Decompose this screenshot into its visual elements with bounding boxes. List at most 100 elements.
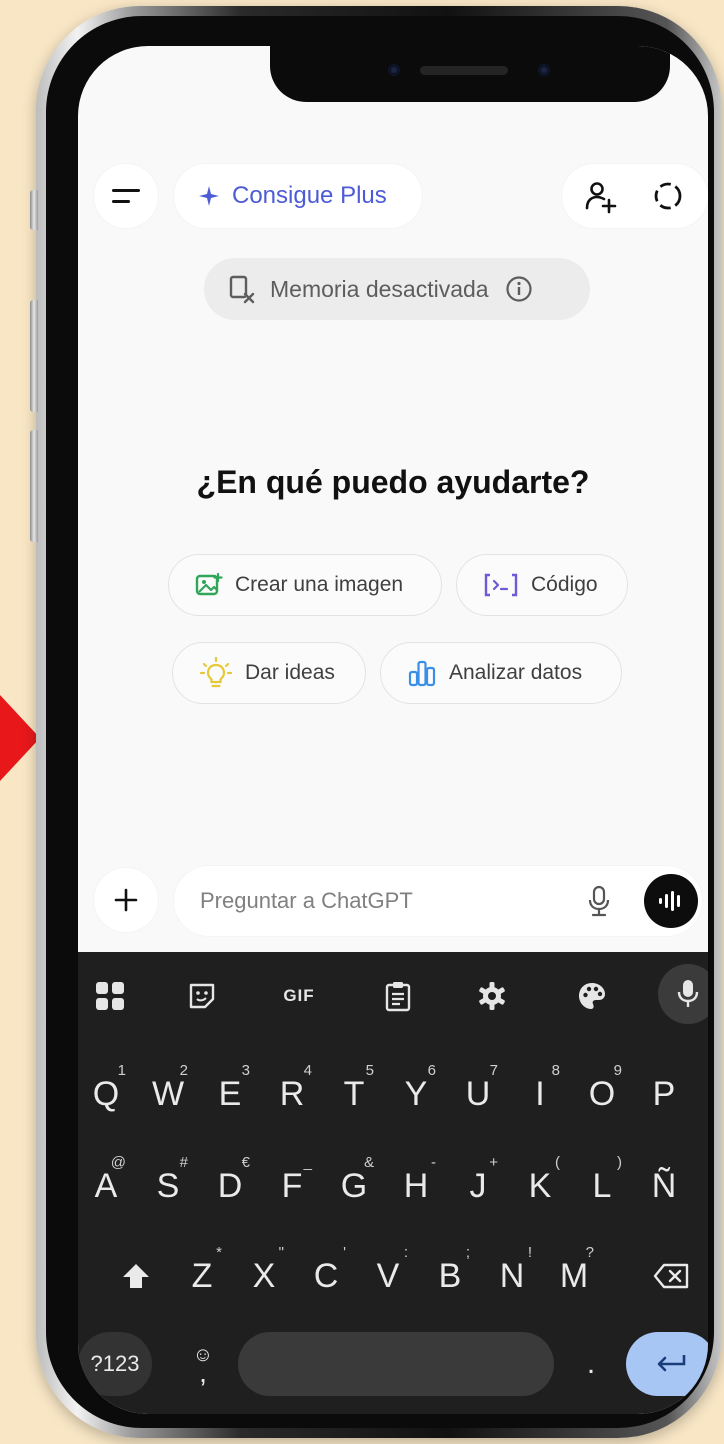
temporary-chat-button[interactable] bbox=[650, 178, 686, 214]
key-secondary-label: # bbox=[179, 1154, 188, 1171]
keyboard-voice-button[interactable] bbox=[658, 964, 708, 1024]
memory-off-icon bbox=[229, 275, 255, 304]
key-d[interactable]: D € bbox=[202, 1154, 258, 1216]
key-n[interactable]: N! bbox=[484, 1244, 540, 1306]
key-c[interactable]: C ' bbox=[298, 1244, 354, 1306]
key-w[interactable]: W2 bbox=[140, 1062, 196, 1124]
face-sensor bbox=[538, 64, 550, 76]
key-secondary-label: 7 bbox=[489, 1062, 498, 1079]
add-person-icon bbox=[585, 182, 617, 214]
key-label: K bbox=[528, 1166, 552, 1205]
key-label: P bbox=[652, 1074, 676, 1113]
backspace-icon bbox=[653, 1263, 689, 1289]
key-h[interactable]: H- bbox=[388, 1154, 444, 1216]
key-u[interactable]: U7 bbox=[450, 1062, 506, 1124]
palette-icon bbox=[579, 983, 605, 1009]
key-label: H bbox=[403, 1166, 429, 1205]
key-g[interactable]: G & bbox=[326, 1154, 382, 1216]
info-icon[interactable] bbox=[505, 275, 533, 303]
key-i[interactable]: I8 bbox=[512, 1062, 568, 1124]
clipboard-button[interactable] bbox=[378, 976, 418, 1016]
emoji-comma-key[interactable]: ☺ , bbox=[178, 1332, 228, 1396]
chip-code[interactable]: Código bbox=[456, 554, 628, 616]
key-k[interactable]: K( bbox=[512, 1154, 568, 1216]
period-label: . bbox=[586, 1347, 596, 1380]
period-key[interactable]: . bbox=[566, 1334, 616, 1394]
key-y[interactable]: Y6 bbox=[388, 1062, 444, 1124]
red-arrow-pointer bbox=[0, 695, 40, 781]
keyboard-theme-button[interactable] bbox=[572, 976, 612, 1016]
key-secondary-label: & bbox=[363, 1154, 374, 1171]
sidebar-menu-button[interactable] bbox=[94, 164, 158, 228]
gif-button[interactable]: GIF bbox=[274, 976, 324, 1016]
grid-icon bbox=[96, 982, 124, 1010]
chip-brainstorm[interactable]: Dar ideas bbox=[172, 642, 366, 704]
key-label: A bbox=[94, 1166, 118, 1205]
key-label: F bbox=[281, 1166, 303, 1205]
key-label: W bbox=[151, 1074, 185, 1113]
key-f[interactable]: F _ bbox=[264, 1154, 320, 1216]
key-label: I bbox=[535, 1074, 545, 1113]
key-label: S bbox=[156, 1166, 180, 1205]
key-secondary-label: ) bbox=[617, 1154, 622, 1171]
keyboard-settings-button[interactable] bbox=[472, 976, 512, 1016]
phone-volume-up-button bbox=[30, 300, 38, 412]
key-secondary-label: 5 bbox=[365, 1062, 374, 1079]
chip-create-image[interactable]: Crear una imagen bbox=[168, 554, 442, 616]
onscreen-keyboard: GIF Q 1 W 2 E 3 R 4 T 5 Y 6 U 7 I 8 O 9 … bbox=[78, 952, 708, 1414]
prompt-placeholder: Preguntar a ChatGPT bbox=[200, 888, 413, 913]
key-b[interactable]: B; bbox=[422, 1244, 478, 1306]
earpiece-speaker bbox=[420, 66, 508, 75]
mic-icon bbox=[677, 980, 699, 1007]
key-secondary-label: 6 bbox=[427, 1062, 436, 1079]
key-label: Q bbox=[92, 1074, 120, 1113]
key-l[interactable]: L) bbox=[574, 1154, 630, 1216]
key-v[interactable]: V: bbox=[360, 1244, 416, 1306]
header-actions bbox=[562, 164, 708, 228]
key-e[interactable]: E3 bbox=[202, 1062, 258, 1124]
key-secondary-label: _ bbox=[303, 1154, 312, 1171]
phone-screen: Consigue Plus Memoria desactivada ¿En qu… bbox=[78, 46, 708, 1414]
key-ñ[interactable]: Ñ bbox=[636, 1156, 692, 1216]
key-m[interactable]: M? bbox=[546, 1244, 602, 1306]
add-people-button[interactable] bbox=[582, 178, 618, 214]
chip-label: Crear una imagen bbox=[235, 573, 404, 596]
key-r[interactable]: R4 bbox=[264, 1062, 320, 1124]
keyboard-grid-button[interactable] bbox=[90, 976, 130, 1016]
front-camera bbox=[388, 64, 400, 76]
key-secondary-label: + bbox=[489, 1154, 498, 1171]
key-o[interactable]: O9 bbox=[574, 1062, 630, 1124]
key-z[interactable]: Z * bbox=[174, 1244, 230, 1306]
attach-button[interactable] bbox=[94, 868, 158, 932]
get-plus-button[interactable]: Consigue Plus bbox=[174, 164, 422, 228]
key-label: E bbox=[218, 1074, 242, 1113]
memory-status-pill[interactable]: Memoria desactivada bbox=[204, 258, 590, 320]
enter-key[interactable] bbox=[626, 1332, 708, 1396]
key-t[interactable]: T5 bbox=[326, 1062, 382, 1124]
voice-mode-button[interactable] bbox=[644, 874, 698, 928]
dictate-button[interactable] bbox=[584, 884, 614, 918]
key-secondary-label: € bbox=[241, 1154, 250, 1171]
key-secondary-label: ; bbox=[465, 1244, 470, 1261]
key-s[interactable]: S # bbox=[140, 1154, 196, 1216]
prompt-input[interactable]: Preguntar a ChatGPT bbox=[174, 866, 702, 936]
chip-analyze-data[interactable]: Analizar datos bbox=[380, 642, 622, 704]
key-secondary-label: : bbox=[403, 1244, 408, 1261]
get-plus-label: Consigue Plus bbox=[232, 182, 387, 209]
numbers-key[interactable]: ?123 bbox=[78, 1332, 152, 1396]
key-label: Y bbox=[404, 1074, 428, 1113]
sticker-button[interactable] bbox=[182, 976, 222, 1016]
key-q[interactable]: Q1 bbox=[78, 1062, 134, 1124]
key-j[interactable]: J + bbox=[450, 1154, 506, 1216]
key-label: R bbox=[279, 1074, 305, 1113]
key-label: B bbox=[438, 1256, 462, 1295]
key-label: J bbox=[469, 1166, 487, 1205]
backspace-key[interactable] bbox=[644, 1246, 700, 1306]
gif-label: GIF bbox=[283, 986, 315, 1005]
key-a[interactable]: A @ bbox=[78, 1154, 134, 1216]
key-p[interactable]: P bbox=[636, 1064, 692, 1124]
memory-status-label: Memoria desactivada bbox=[270, 275, 489, 302]
space-bar[interactable] bbox=[238, 1332, 554, 1396]
key-x[interactable]: X " bbox=[236, 1244, 292, 1306]
shift-key[interactable] bbox=[108, 1246, 164, 1306]
